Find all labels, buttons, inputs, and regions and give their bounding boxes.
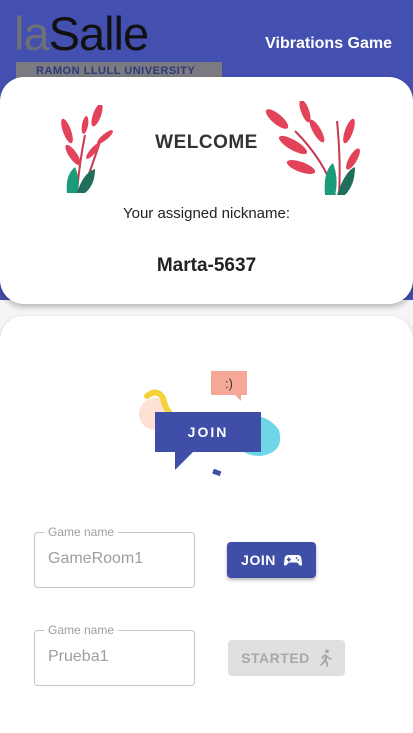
lasalle-logo: laSalle RAMON LLULL UNIVERSITY (14, 6, 222, 82)
logo-la: la (14, 7, 50, 60)
plant-right-icon (265, 101, 360, 196)
join-chat-illustration: :) JOIN (139, 371, 281, 477)
game-name-label: Game name (44, 623, 119, 637)
gamepad-icon (283, 554, 302, 566)
running-person-icon (318, 649, 332, 667)
join-game-button[interactable]: JOIN (227, 542, 316, 578)
logo-salle: Salle (48, 7, 150, 60)
nickname-value: Marta-5637 (156, 255, 257, 276)
logo-wordmark: laSalle (14, 6, 150, 62)
join-illustration-label: JOIN (188, 424, 229, 440)
game-name-input[interactable] (48, 648, 184, 666)
welcome-card: WELCOME Your assigned nickname: Marta-56… (0, 77, 413, 304)
game-name-field: Game name (34, 623, 195, 686)
emoticon-text: :) (225, 376, 233, 391)
nickname-label: Your assigned nickname: (122, 205, 291, 222)
game-name-label: Game name (44, 525, 119, 539)
game-name-input[interactable] (48, 550, 184, 568)
app-title: Vibrations Game (265, 35, 392, 52)
join-button-label: JOIN (241, 552, 276, 568)
started-game-button[interactable]: STARTED (228, 640, 345, 676)
game-name-field: Game name (34, 525, 195, 588)
started-button-label: STARTED (241, 650, 310, 666)
